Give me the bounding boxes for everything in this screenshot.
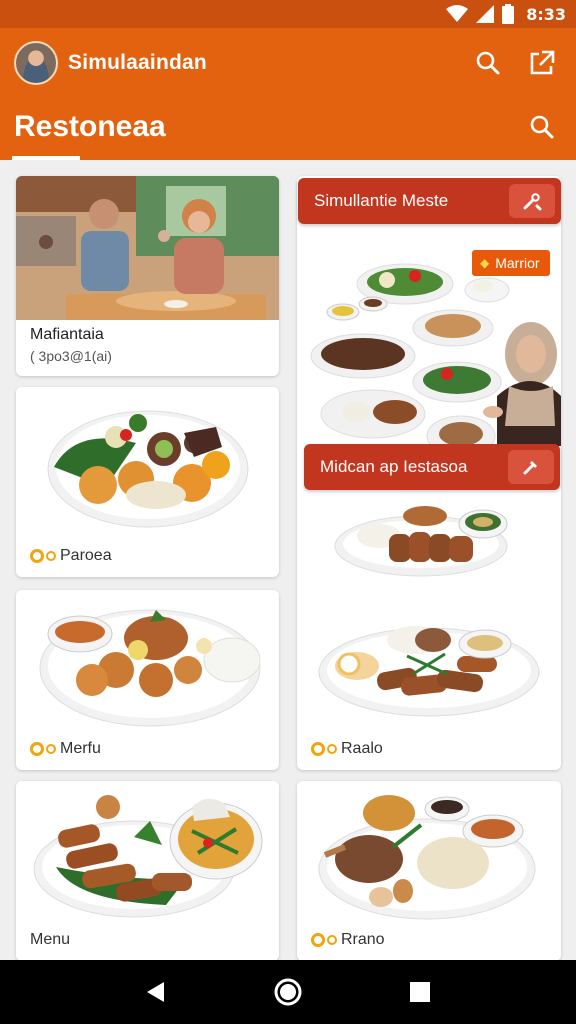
rating-icon <box>46 744 56 754</box>
card-label: Rrano <box>341 931 385 948</box>
card-label: Raalo <box>341 740 383 757</box>
card-label-row: Paroea <box>30 547 112 565</box>
star-icon: ◆ <box>480 256 490 270</box>
tools-icon <box>523 193 542 211</box>
dish-image <box>16 781 279 929</box>
banner-label: Midcan ap Iestasoa <box>320 457 468 476</box>
menu-card[interactable]: Merfu <box>16 590 279 770</box>
app-name: Simulaaindan <box>68 51 207 74</box>
card-label-row: Raalo <box>311 740 383 758</box>
card-title: Mafiantaia <box>30 326 104 343</box>
card-label: Menu <box>30 931 71 948</box>
rating-chip[interactable]: ◆ Marrior <box>472 250 550 276</box>
restaurant-card[interactable]: Mafiantaia ( 3po3@1(ai) <box>16 176 279 376</box>
promo-banner[interactable]: Simullantie Meste <box>298 178 561 224</box>
rating-icon <box>30 742 44 756</box>
recents-icon <box>410 982 430 1002</box>
card-label-row: Menu <box>30 931 70 949</box>
menu-spread-image <box>297 176 561 606</box>
back-button[interactable] <box>132 968 180 1016</box>
menu-card[interactable]: Menu <box>16 781 279 960</box>
avatar[interactable] <box>14 41 58 85</box>
recents-button[interactable] <box>396 968 444 1016</box>
promo-banner[interactable]: Midcan ap Iestasoa <box>304 444 560 490</box>
menu-card[interactable]: Paroea <box>16 387 279 577</box>
card-label: Merfu <box>60 740 101 757</box>
share-icon <box>530 50 555 75</box>
search-icon <box>530 115 554 139</box>
search-button-secondary[interactable] <box>522 107 562 147</box>
share-button[interactable] <box>522 43 562 83</box>
status-bar: 8:33 <box>0 0 576 28</box>
home-icon <box>274 978 302 1006</box>
system-nav-bar <box>0 960 576 1024</box>
rating-icon <box>311 933 325 947</box>
battery-icon <box>502 4 515 24</box>
restaurant-photo <box>16 176 279 320</box>
wifi-icon <box>446 5 469 22</box>
rating-icon <box>327 744 337 754</box>
rating-icon <box>311 742 325 756</box>
search-icon <box>476 51 500 75</box>
banner-action-button[interactable] <box>508 450 554 484</box>
card-subtitle: ( 3po3@1(ai) <box>30 348 112 364</box>
card-label: Paroea <box>60 547 112 564</box>
back-icon <box>147 982 164 1002</box>
status-time: 8:33 <box>526 4 566 24</box>
card-label-row: Rrano <box>311 931 385 949</box>
content-grid: Mafiantaia ( 3po3@1(ai) Paroea Merfu Men… <box>0 160 576 960</box>
dish-image <box>16 387 279 537</box>
banner-action-button[interactable] <box>509 184 555 218</box>
rating-icon <box>46 551 56 561</box>
dish-image <box>297 781 561 929</box>
dish-image <box>318 626 540 717</box>
page-title: Restoneaa <box>14 110 166 143</box>
rating-icon <box>327 935 337 945</box>
home-button[interactable] <box>264 968 312 1016</box>
app-bar: Simulaaindan Restoneaa <box>0 28 576 160</box>
card-label-row: Merfu <box>30 740 101 758</box>
menu-card[interactable]: Rrano <box>297 781 561 960</box>
search-button[interactable] <box>468 43 508 83</box>
wrench-icon <box>523 461 537 475</box>
signal-icon <box>476 5 495 23</box>
banner-label: Simullantie Meste <box>314 191 449 210</box>
rating-icon <box>30 549 44 563</box>
chip-label: Marrior <box>495 255 540 271</box>
dish-image <box>16 590 279 730</box>
